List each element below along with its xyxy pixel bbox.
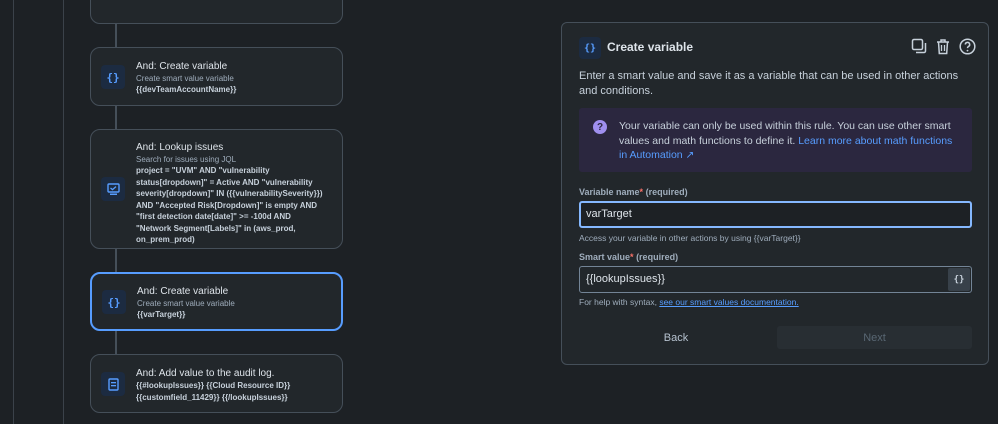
create-variable-panel: {} Create variable Enter a smart value a… [561,22,989,365]
smart-value-label: Smart value* (required) [579,252,679,262]
flow-connector [115,249,117,273]
flow-connector [115,105,117,130]
required-asterisk: * [630,252,634,262]
variable-name-help: Access your variable in other actions by… [579,233,801,243]
rule-component-card[interactable]: And: Lookup issues Search for issues usi… [90,129,343,249]
back-button[interactable]: Back [579,326,773,349]
question-icon: ? [593,120,607,134]
trash-icon[interactable] [934,37,952,55]
braces-icon: {} [101,65,125,89]
duplicate-icon[interactable] [910,37,928,55]
info-message: ? Your variable can only be used within … [579,108,972,172]
flow-connector [115,330,117,355]
rail-line-outer [13,0,14,424]
lookup-issues-icon [101,177,125,201]
card-code: {{varTarget}} [137,310,186,319]
card-subtitle: Create smart value variable [136,74,234,83]
help-icon[interactable] [958,37,976,55]
flow-connector [115,24,117,48]
panel-description: Enter a smart value and save it as a var… [579,70,959,97]
braces-icon: {} [579,37,601,59]
required-asterisk: * [639,187,644,197]
panel-actions [910,37,976,55]
rail-line-inner [63,0,64,424]
rule-component-card[interactable]: {} And: Create variable Create smart val… [90,47,343,106]
card-code: project = "UVM" AND "vulnerability statu… [136,166,323,244]
audit-log-icon [101,372,125,396]
braces-icon: {} [102,290,126,314]
smart-value-input[interactable]: {{lookupIssues}} {} [579,266,972,293]
card-title: And: Add value to the audit log. [136,368,275,379]
card-code: {{devTeamAccountName}} [136,85,237,94]
card-code: {{#lookupIssues}} {{Cloud Resource ID}} … [136,381,291,402]
card-title: And: Create variable [136,61,228,72]
card-subtitle: Search for issues using JQL [136,155,237,164]
smart-values-docs-link[interactable]: see our smart values documentation. [659,297,798,307]
rule-component-card-partial[interactable] [90,0,343,24]
card-title: And: Create variable [137,286,229,297]
panel-title: Create variable [607,40,694,54]
variable-name-label: Variable name* (required) [579,187,688,197]
smart-value-help: For help with syntax, see our smart valu… [579,297,799,307]
card-subtitle: Create smart value variable [137,299,235,308]
rule-component-card-selected[interactable]: {} And: Create variable Create smart val… [90,272,343,331]
rule-component-card[interactable]: And: Add value to the audit log. {{#look… [90,354,343,413]
card-title: And: Lookup issues [136,142,224,153]
next-button[interactable]: Next [777,326,972,349]
variable-name-input[interactable]: varTarget [579,201,972,228]
smart-value-insert-button[interactable]: {} [948,268,970,291]
